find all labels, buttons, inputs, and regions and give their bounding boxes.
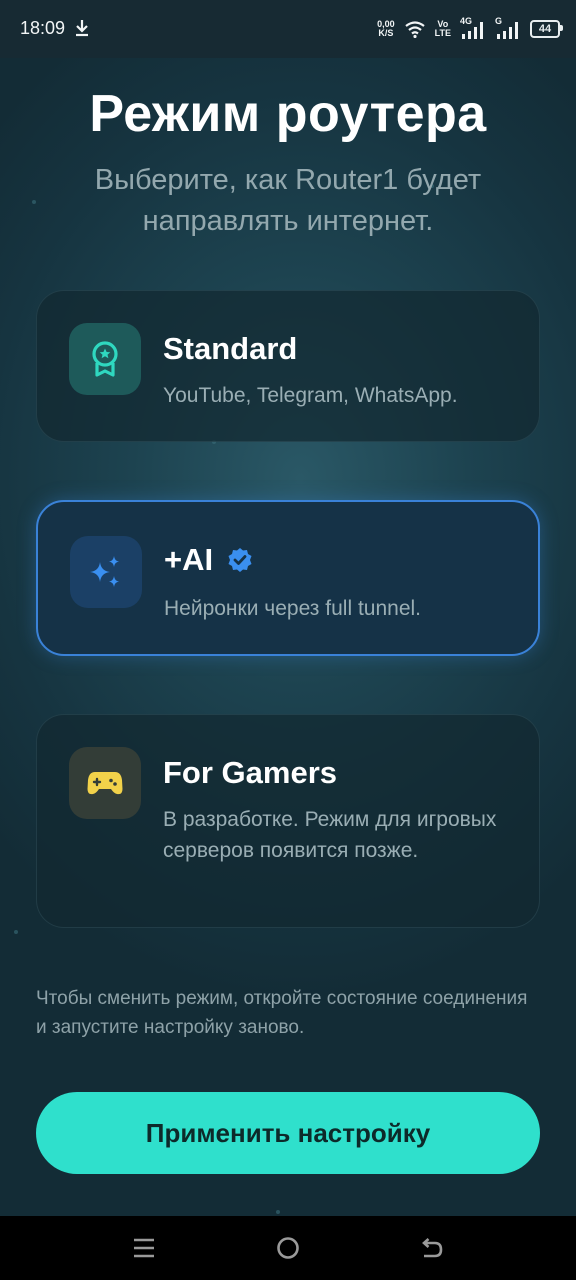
download-icon [76, 20, 88, 37]
network-speed: 0,00 K/S [377, 19, 395, 38]
mode-card-ai[interactable]: +AI Нейронки через full tunnel. [36, 500, 540, 656]
page-subtitle: Выберите, как Router1 будет направлять и… [94, 164, 482, 237]
status-icons: 0,00 K/S Vo LTE 4G G 44 [377, 16, 563, 42]
mode-title: Standard [163, 331, 298, 366]
mode-card-standard[interactable]: Standard YouTube, Telegram, WhatsApp. [36, 290, 540, 442]
status-time: 18:09 [20, 18, 66, 38]
mode-title: For Gamers [163, 755, 338, 790]
background-dot [276, 1210, 280, 1214]
battery-icon: 44 [530, 20, 563, 38]
gamepad-icon [69, 747, 141, 819]
background-dot [14, 930, 18, 934]
back-icon[interactable] [418, 1234, 446, 1262]
mode-description: YouTube, Telegram, WhatsApp. [163, 384, 458, 407]
wifi-icon [404, 21, 425, 38]
signal-icon-2: G [495, 16, 521, 39]
apply-button[interactable]: Применить настройку [36, 1092, 540, 1174]
mode-title-row: +AI [164, 542, 253, 578]
sparkles-icon [70, 536, 142, 608]
footer-note: Чтобы сменить режим, откройте состояние … [36, 988, 528, 1038]
menu-icon[interactable] [130, 1234, 158, 1262]
mode-description: Нейронки через full tunnel. [164, 597, 421, 620]
home-icon[interactable] [274, 1234, 302, 1262]
mode-card-gamers[interactable]: For Gamers В разработке. Режим для игров… [36, 714, 540, 928]
badge-icon [69, 323, 141, 395]
volte-indicator: Vo LTE [434, 19, 451, 38]
mode-title: +AI [164, 542, 214, 577]
signal-icon: 4G [460, 16, 486, 39]
mode-description: В разработке. Режим для игровых серверов… [163, 808, 497, 862]
background-dot [32, 200, 36, 204]
verified-check-icon [228, 548, 252, 572]
system-nav-bar [0, 1216, 576, 1280]
page-title: Режим роутера [89, 85, 487, 143]
status-bar: 18:09 0,00 K/S Vo LTE 4G G 44 [0, 0, 576, 58]
